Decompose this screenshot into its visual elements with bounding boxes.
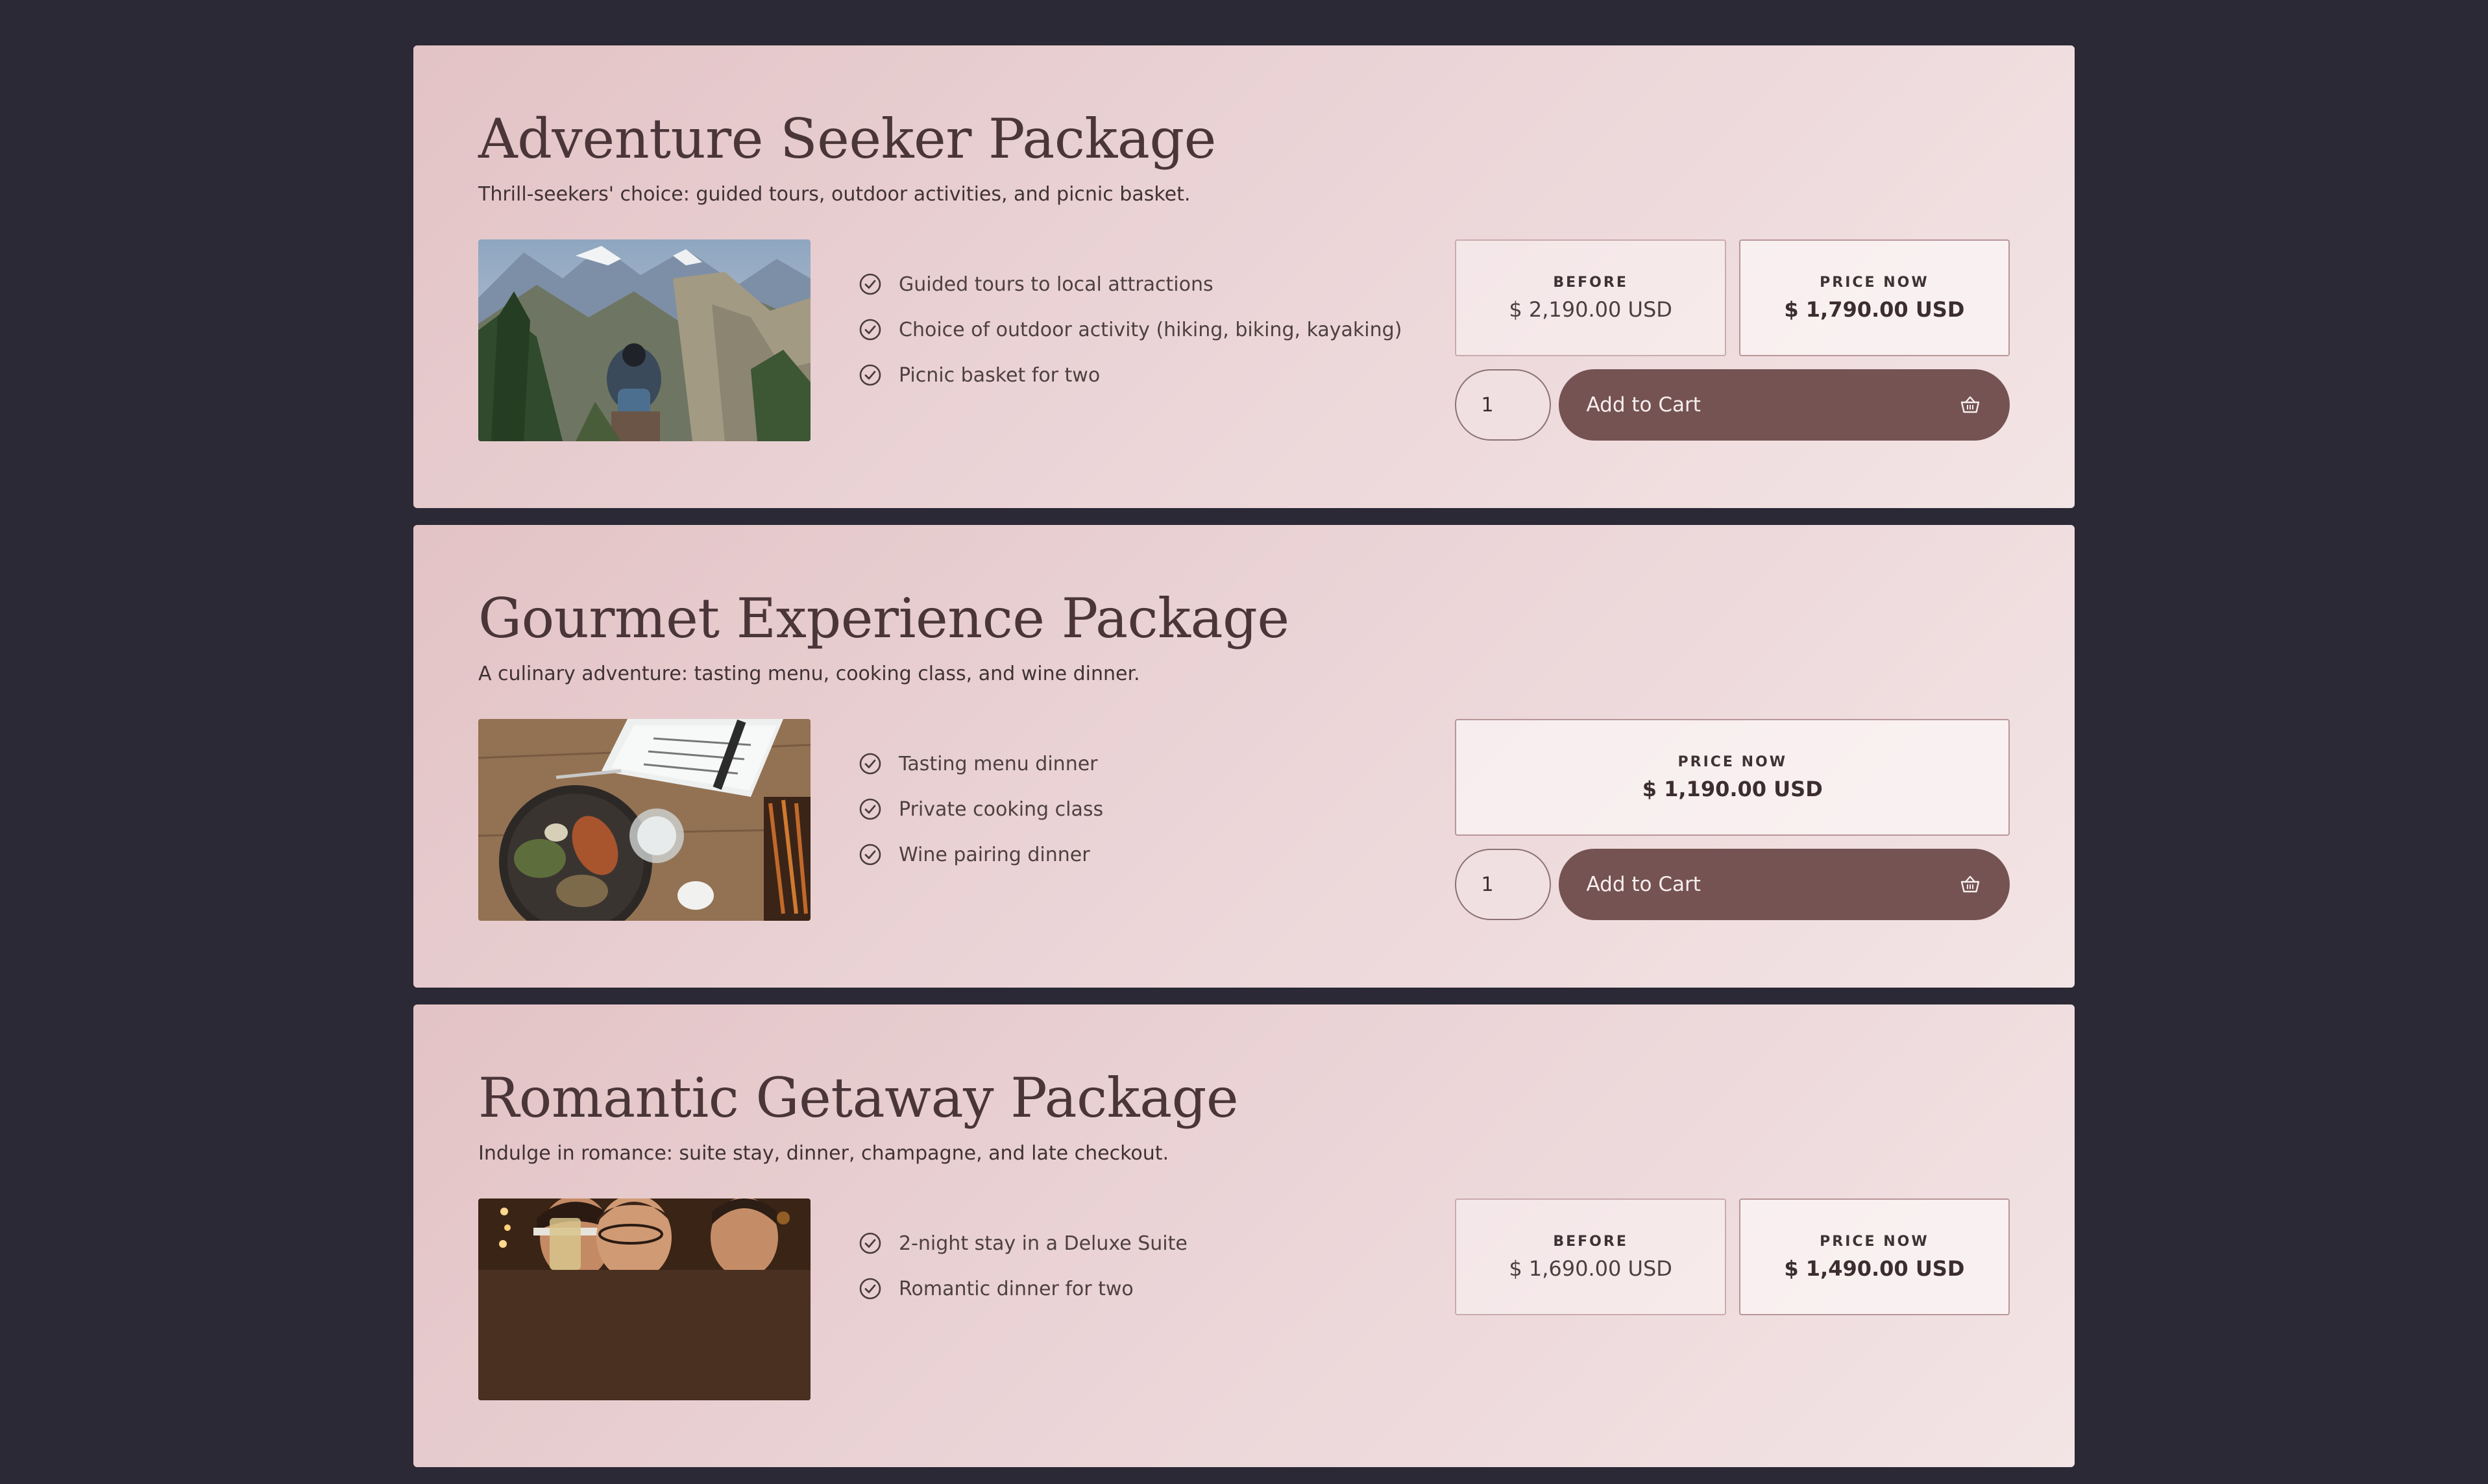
price-now-value: $ 1,190.00 USD xyxy=(1642,776,1823,801)
cart-row: Add to Cart xyxy=(1455,849,2010,921)
price-boxes: BEFORE $ 2,190.00 USD PRICE NOW $ 1,790.… xyxy=(1455,239,2010,357)
purchase-panel: BEFORE $ 2,190.00 USD PRICE NOW $ 1,790.… xyxy=(1455,239,2010,441)
add-to-cart-button[interactable]: Add to Cart xyxy=(1559,849,2010,921)
package-title: Romantic Getaway Package xyxy=(478,1066,1239,1130)
package-list: Adventure Seeker Package Thrill-seekers'… xyxy=(413,45,2075,1484)
package-card-gourmet: Gourmet Experience Package A culinary ad… xyxy=(413,525,2075,988)
check-circle-icon xyxy=(859,844,881,866)
purchase-panel: BEFORE $ 1,690.00 USD PRICE NOW $ 1,490.… xyxy=(1455,1198,2010,1316)
package-card-romantic: Romantic Getaway Package Indulge in roma… xyxy=(413,1004,2075,1467)
price-now-box: PRICE NOW $ 1,790.00 USD xyxy=(1738,239,2010,357)
price-before-value: $ 1,690.00 USD xyxy=(1509,1256,1672,1281)
feature-text: Picnic basket for two xyxy=(899,363,1101,387)
price-now-value: $ 1,490.00 USD xyxy=(1784,1256,1965,1281)
check-circle-icon xyxy=(859,274,881,295)
price-now-value: $ 1,790.00 USD xyxy=(1784,297,1965,322)
feature-list: 2-night stay in a Deluxe Suite Romantic … xyxy=(859,1221,1455,1311)
check-circle-icon xyxy=(859,799,881,820)
feature-item: Tasting menu dinner xyxy=(859,741,1455,786)
price-now-label: PRICE NOW xyxy=(1820,1233,1929,1250)
add-to-cart-label: Add to Cart xyxy=(1586,393,1701,417)
package-body: Tasting menu dinner Private cooking clas… xyxy=(478,719,2010,921)
package-card-adventure: Adventure Seeker Package Thrill-seekers'… xyxy=(413,45,2075,508)
package-image-couple-celebrating xyxy=(478,1198,811,1401)
price-now-box: PRICE NOW $ 1,190.00 USD xyxy=(1455,719,2010,836)
basket-icon xyxy=(1960,876,1980,893)
feature-list: Tasting menu dinner Private cooking clas… xyxy=(859,741,1455,877)
price-now-label: PRICE NOW xyxy=(1677,753,1787,770)
price-boxes: BEFORE $ 1,690.00 USD PRICE NOW $ 1,490.… xyxy=(1455,1198,2010,1316)
feature-text: Guided tours to local attractions xyxy=(899,273,1214,296)
feature-list: Guided tours to local attractions Choice… xyxy=(859,262,1455,398)
feature-item: Romantic dinner for two xyxy=(859,1266,1455,1311)
check-circle-icon xyxy=(859,1233,881,1254)
price-before-value: $ 2,190.00 USD xyxy=(1509,297,1672,322)
price-now-label: PRICE NOW xyxy=(1820,274,1929,291)
check-circle-icon xyxy=(859,753,881,775)
price-before-box: BEFORE $ 2,190.00 USD xyxy=(1455,239,1726,357)
feature-text: 2-night stay in a Deluxe Suite xyxy=(899,1232,1188,1255)
check-circle-icon xyxy=(859,319,881,341)
feature-item: Choice of outdoor activity (hiking, biki… xyxy=(859,307,1455,352)
feature-item: Wine pairing dinner xyxy=(859,832,1455,877)
package-title: Gourmet Experience Package xyxy=(478,587,1289,650)
package-title: Adventure Seeker Package xyxy=(478,107,1216,171)
feature-text: Choice of outdoor activity (hiking, biki… xyxy=(899,318,1402,341)
package-image-dinner-table xyxy=(478,719,811,921)
basket-icon xyxy=(1960,396,1980,413)
quantity-input[interactable] xyxy=(1455,369,1552,441)
package-body: 2-night stay in a Deluxe Suite Romantic … xyxy=(478,1198,2010,1401)
package-body: Guided tours to local attractions Choice… xyxy=(478,239,2010,442)
package-image-mountain-hiker xyxy=(478,239,811,442)
cart-row: Add to Cart xyxy=(1455,369,2010,441)
package-description: Indulge in romance: suite stay, dinner, … xyxy=(478,1142,1169,1165)
price-before-box: BEFORE $ 1,690.00 USD xyxy=(1455,1198,1726,1316)
package-description: Thrill-seekers' choice: guided tours, ou… xyxy=(478,183,1191,206)
package-description: A culinary adventure: tasting menu, cook… xyxy=(478,663,1140,686)
price-boxes: PRICE NOW $ 1,190.00 USD xyxy=(1455,719,2010,836)
price-now-box: PRICE NOW $ 1,490.00 USD xyxy=(1738,1198,2010,1316)
quantity-input[interactable] xyxy=(1455,849,1552,921)
feature-item: Picnic basket for two xyxy=(859,352,1455,398)
feature-text: Private cooking class xyxy=(899,797,1104,821)
add-to-cart-button[interactable]: Add to Cart xyxy=(1559,369,2010,441)
price-before-label: BEFORE xyxy=(1553,1233,1628,1250)
feature-item: Guided tours to local attractions xyxy=(859,262,1455,307)
check-circle-icon xyxy=(859,365,881,386)
feature-text: Tasting menu dinner xyxy=(899,752,1098,775)
add-to-cart-label: Add to Cart xyxy=(1586,873,1701,897)
feature-item: Private cooking class xyxy=(859,786,1455,832)
purchase-panel: PRICE NOW $ 1,190.00 USD Add to Cart xyxy=(1455,719,2010,921)
check-circle-icon xyxy=(859,1278,881,1300)
feature-text: Romantic dinner for two xyxy=(899,1277,1134,1300)
feature-item: 2-night stay in a Deluxe Suite xyxy=(859,1221,1455,1266)
feature-text: Wine pairing dinner xyxy=(899,843,1090,866)
price-before-label: BEFORE xyxy=(1553,274,1628,291)
